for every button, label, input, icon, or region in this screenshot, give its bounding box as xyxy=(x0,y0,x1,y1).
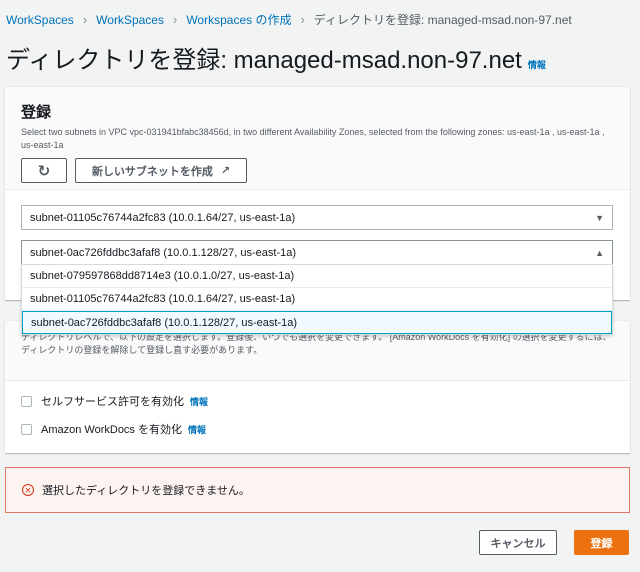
info-link[interactable]: 情報 xyxy=(528,60,546,70)
breadcrumb-create[interactable]: Workspaces の作成 xyxy=(186,11,291,28)
page-title-text: ディレクトリを登録: managed-msad.non-97.net xyxy=(6,47,522,74)
info-link[interactable]: 情報 xyxy=(190,395,208,408)
workdocs-checkbox[interactable]: Amazon WorkDocs を有効化 情報 xyxy=(21,421,206,437)
breadcrumb-workspaces-2[interactable]: WorkSpaces xyxy=(96,13,164,27)
subnet-select-2[interactable]: subnet-0ac726fddbc3afaf8 (10.0.1.128/27,… xyxy=(21,240,613,265)
subnet-option[interactable]: subnet-079597868dd8714e3 (10.0.1.0/27, u… xyxy=(22,265,612,288)
refresh-button[interactable]: ↻ xyxy=(21,158,67,183)
register-heading: 登録 xyxy=(21,104,52,121)
breadcrumb-current: ディレクトリを登録: managed-msad.non-97.net xyxy=(313,13,572,27)
refresh-icon: ↻ xyxy=(37,162,51,180)
register-description: Select two subnets in VPC vpc-031941bfab… xyxy=(21,127,605,150)
subnet-dropdown-list: subnet-079597868dd8714e3 (10.0.1.0/27, u… xyxy=(21,264,613,335)
checkbox-icon[interactable] xyxy=(21,395,32,407)
external-link-icon: ↗ xyxy=(220,165,231,177)
create-subnet-button[interactable]: 新しいサブネットを作成 ↗ xyxy=(75,158,247,183)
self-service-checkbox[interactable]: セルフサービス許可を有効化 情報 xyxy=(21,393,208,409)
breadcrumb: WorkSpaces › WorkSpaces › Workspaces の作成 › … xyxy=(6,11,572,28)
register-button[interactable]: 登録 xyxy=(574,530,629,555)
subnet-select-1-value: subnet-01105c76744a2fc83 (10.0.1.64/27, … xyxy=(30,211,296,224)
workdocs-label: Amazon WorkDocs を有効化 xyxy=(41,424,182,436)
chevron-right-icon: › xyxy=(300,12,305,27)
subnet-select-2-value: subnet-0ac726fddbc3afaf8 (10.0.1.128/27,… xyxy=(30,246,297,259)
caret-down-icon: ▼ xyxy=(595,212,604,223)
subnet-select-1[interactable]: subnet-01105c76744a2fc83 (10.0.1.64/27, … xyxy=(21,205,613,230)
error-alert: ✕ 選択したディレクトリを登録できません。 xyxy=(5,467,630,513)
page-title: ディレクトリを登録: managed-msad.non-97.net 情報 xyxy=(6,40,546,75)
info-link[interactable]: 情報 xyxy=(188,423,206,436)
error-message: 選択したディレクトリを登録できません。 xyxy=(42,485,250,497)
create-subnet-label: 新しいサブネットを作成 xyxy=(91,165,213,178)
caret-up-icon: ▲ xyxy=(595,247,604,258)
self-service-label: セルフサービス許可を有効化 xyxy=(41,396,184,408)
chevron-right-icon: › xyxy=(82,12,88,27)
chevron-right-icon: › xyxy=(172,12,178,27)
breadcrumb-workspaces[interactable]: WorkSpaces xyxy=(6,13,74,27)
subnet-option-selected[interactable]: subnet-0ac726fddbc3afaf8 (10.0.1.128/27,… xyxy=(22,311,612,334)
subnet-option[interactable]: subnet-01105c76744a2fc83 (10.0.1.64/27, … xyxy=(22,288,612,311)
cancel-button[interactable]: キャンセル xyxy=(479,530,557,555)
checkbox-icon[interactable] xyxy=(21,423,32,435)
error-icon: ✕ xyxy=(22,484,34,496)
